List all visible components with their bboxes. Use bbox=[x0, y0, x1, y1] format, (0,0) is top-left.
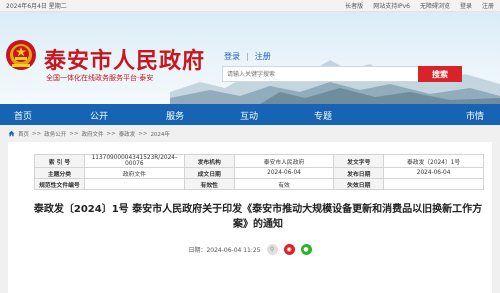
document-info-table: 索 引 号 11370900004341523R/2024-00076 发布机构… bbox=[34, 154, 484, 190]
nav-item-public[interactable]: 公开 bbox=[90, 109, 108, 122]
value-written-date: 2024-06-04 bbox=[233, 167, 335, 179]
label-publisher: 发布机构 bbox=[183, 154, 235, 168]
label-index-no: 索 引 号 bbox=[34, 154, 85, 168]
home-icon bbox=[8, 130, 15, 137]
document-meta: 日期：2024-06-04 11:25 ⚲ ◉ ● bbox=[8, 244, 492, 255]
elder-mode-link[interactable]: 长者版 bbox=[345, 1, 363, 10]
ipv6-link[interactable]: 网站支持IPv6 bbox=[373, 1, 410, 10]
utility-links: 长者版 网站支持IPv6 无障碍浏览 登录 注册 bbox=[345, 1, 494, 10]
label-publish-date: 发布日期 bbox=[333, 167, 385, 179]
nav-item-topics[interactable]: 专题 bbox=[314, 109, 332, 122]
value-index-no: 11370900004341523R/2024-00076 bbox=[83, 154, 185, 168]
site-title: 泰安市人民政府 bbox=[44, 48, 206, 74]
wechat-share-icon[interactable]: ● bbox=[300, 244, 312, 255]
label-written-date: 成文日期 bbox=[183, 167, 235, 179]
label-expiry-date: 失效日期 bbox=[333, 178, 385, 190]
breadcrumb-home[interactable]: 首页 bbox=[18, 130, 29, 138]
current-date: 2024年6月4日 星期二 bbox=[6, 3, 67, 10]
breadcrumb-gov-public[interactable]: 政务公开 bbox=[44, 130, 66, 138]
national-emblem-icon bbox=[6, 40, 36, 70]
top-utility-bar: 2024年6月4日 星期二 长者版 网站支持IPv6 无障碍浏览 登录 注册 bbox=[0, 0, 500, 12]
label-validity: 有效性 bbox=[183, 178, 235, 190]
login-register: 登录 | 注册 bbox=[224, 51, 271, 62]
breadcrumb: 首页 >> 政务公开 >> 政府文件 >> 泰政发 >> 2024年 bbox=[0, 125, 500, 142]
value-publish-date: 2024-06-04 bbox=[383, 167, 484, 179]
login-link[interactable]: 登录 bbox=[224, 51, 240, 62]
publish-datetime: 日期：2024-06-04 11:25 bbox=[188, 247, 261, 254]
value-expiry-date bbox=[383, 178, 484, 190]
nav-item-home[interactable]: 首页 bbox=[14, 109, 32, 122]
site-subtitle: 全国一体化在线政务服务平台·泰安 bbox=[46, 74, 154, 82]
main-nav: 首页 公开 服务 互动 专题 市情 bbox=[0, 104, 500, 125]
table-row: 索 引 号 11370900004341523R/2024-00076 发布机构… bbox=[34, 154, 484, 168]
share-icon[interactable]: ⚲ bbox=[266, 244, 278, 255]
value-doc-number: 泰政发〔2024〕1号 bbox=[383, 154, 484, 168]
accessibility-link[interactable]: 无障碍浏览 bbox=[420, 1, 450, 10]
document-title: 泰政发〔2024〕1号 泰安市人民政府关于印发《泰安市推动大规模设备更新和消费品… bbox=[33, 204, 483, 230]
nav-item-service[interactable]: 服务 bbox=[166, 109, 184, 122]
breadcrumb-gov-docs[interactable]: 政府文件 bbox=[81, 130, 103, 138]
nav-item-city-info[interactable]: 市情 bbox=[466, 109, 484, 122]
register-link[interactable]: 注册 bbox=[255, 51, 271, 62]
table-row: 规范性文件编号 有效性 有效 失效日期 bbox=[34, 178, 484, 190]
site-header: 泰安市人民政府 全国一体化在线政务服务平台·泰安 登录 | 注册 搜索 bbox=[0, 12, 500, 104]
divider: | bbox=[246, 52, 249, 61]
top-login-link[interactable]: 登录 bbox=[460, 1, 472, 10]
search-button[interactable]: 搜索 bbox=[418, 66, 462, 82]
label-doc-number: 发文字号 bbox=[333, 154, 385, 168]
search-bar: 搜索 bbox=[222, 66, 462, 82]
table-row: 主题分类 政府文件 成文日期 2024-06-04 发布日期 2024-06-0… bbox=[34, 167, 484, 179]
article-content: 索 引 号 11370900004341523R/2024-00076 发布机构… bbox=[8, 142, 492, 293]
value-validity: 有效 bbox=[233, 178, 335, 190]
label-normative-doc-no: 规范性文件编号 bbox=[34, 178, 85, 190]
breadcrumb-2024[interactable]: 2024年 bbox=[150, 130, 170, 138]
value-normative-doc-no bbox=[83, 178, 185, 190]
label-category: 主题分类 bbox=[34, 167, 85, 179]
top-register-link[interactable]: 注册 bbox=[482, 1, 494, 10]
value-category: 政府文件 bbox=[83, 167, 185, 179]
value-publisher: 泰安市人民政府 bbox=[233, 154, 335, 168]
search-input[interactable] bbox=[223, 67, 418, 81]
breadcrumb-taizhengfa[interactable]: 泰政发 bbox=[119, 130, 136, 138]
nav-item-interact[interactable]: 互动 bbox=[240, 109, 258, 122]
weibo-share-icon[interactable]: ◉ bbox=[283, 244, 295, 255]
